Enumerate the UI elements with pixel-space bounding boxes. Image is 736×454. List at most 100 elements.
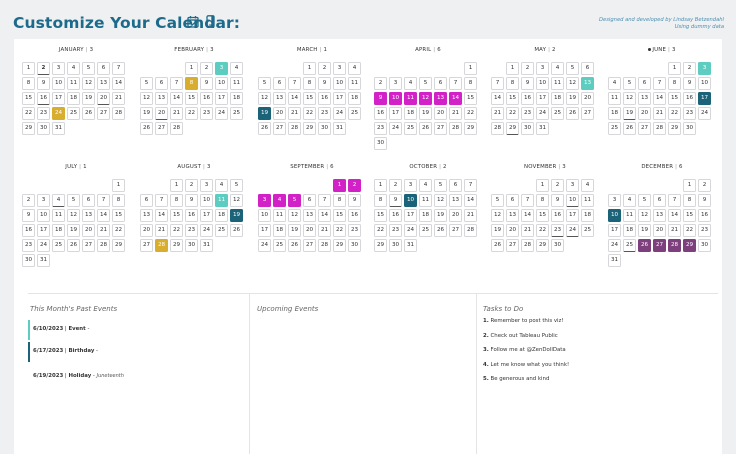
day-cell[interactable]: 15 (22, 92, 35, 105)
day-cell[interactable]: 5 (623, 77, 636, 90)
day-cell[interactable]: 8 (506, 77, 519, 90)
day-cell[interactable]: 25 (623, 239, 636, 252)
day-cell[interactable]: 17 (258, 224, 271, 237)
day-cell[interactable]: 20 (155, 107, 168, 120)
day-cell[interactable]: 27 (449, 224, 462, 237)
day-cell[interactable]: 25 (215, 224, 228, 237)
day-cell[interactable]: 21 (97, 224, 110, 237)
day-cell[interactable]: 10 (536, 77, 549, 90)
day-cell[interactable]: 26 (288, 239, 301, 252)
day-cell[interactable]: 3 (52, 62, 65, 75)
day-cell[interactable]: 20 (273, 107, 286, 120)
day-cell[interactable]: 28 (288, 122, 301, 135)
day-cell[interactable]: 4 (215, 179, 228, 192)
day-cell[interactable]: 12 (230, 194, 243, 207)
day-cell[interactable]: 15 (536, 209, 549, 222)
past-event-item[interactable]: 6/19/2023 | Holiday - Juneteenth (28, 367, 228, 387)
day-cell[interactable]: 13 (155, 92, 168, 105)
day-cell[interactable]: 19 (491, 224, 504, 237)
day-cell[interactable]: 30 (551, 239, 564, 252)
day-cell[interactable]: 18 (67, 92, 80, 105)
day-cell[interactable]: 13 (638, 92, 651, 105)
day-cell[interactable]: 1 (464, 62, 477, 75)
day-cell[interactable]: 29 (668, 122, 681, 135)
day-cell[interactable]: 23 (37, 107, 50, 120)
day-cell[interactable]: 17 (608, 224, 621, 237)
day-cell[interactable]: 18 (215, 209, 228, 222)
day-cell[interactable]: 3 (37, 194, 50, 207)
day-cell[interactable]: 26 (566, 107, 579, 120)
day-cell[interactable]: 9 (521, 77, 534, 90)
day-cell[interactable]: 29 (303, 122, 316, 135)
day-cell[interactable]: 23 (698, 224, 711, 237)
day-cell[interactable]: 14 (668, 209, 681, 222)
day-cell[interactable]: 3 (389, 77, 402, 90)
day-cell[interactable]: 30 (37, 122, 50, 135)
day-cell[interactable]: 31 (536, 122, 549, 135)
day-cell[interactable]: 16 (200, 92, 213, 105)
day-cell[interactable]: 5 (288, 194, 301, 207)
day-cell[interactable]: 11 (348, 77, 361, 90)
day-cell[interactable]: 28 (449, 122, 462, 135)
day-cell[interactable]: 9 (698, 194, 711, 207)
day-cell[interactable]: 13 (303, 209, 316, 222)
calendar-check-icon[interactable] (187, 15, 199, 28)
day-cell[interactable]: 9 (185, 194, 198, 207)
day-cell[interactable]: 15 (303, 92, 316, 105)
day-cell[interactable]: 29 (506, 122, 519, 135)
day-cell[interactable]: 4 (623, 194, 636, 207)
day-cell[interactable]: 30 (374, 137, 387, 150)
day-cell[interactable]: 5 (230, 179, 243, 192)
day-cell[interactable]: 27 (581, 107, 594, 120)
day-cell[interactable]: 5 (67, 194, 80, 207)
day-cell[interactable]: 12 (258, 92, 271, 105)
day-cell[interactable]: 30 (698, 239, 711, 252)
day-cell[interactable]: 5 (258, 77, 271, 90)
day-cell[interactable]: 18 (230, 92, 243, 105)
day-cell[interactable]: 21 (112, 92, 125, 105)
day-cell[interactable]: 14 (491, 92, 504, 105)
day-cell[interactable]: 24 (215, 107, 228, 120)
day-cell[interactable]: 7 (491, 77, 504, 90)
day-cell[interactable]: 20 (506, 224, 519, 237)
day-cell[interactable]: 20 (638, 107, 651, 120)
day-cell[interactable]: 12 (140, 92, 153, 105)
day-cell[interactable]: 9 (318, 77, 331, 90)
day-cell[interactable]: 29 (536, 239, 549, 252)
day-cell[interactable]: 28 (170, 122, 183, 135)
day-cell[interactable]: 5 (638, 194, 651, 207)
day-cell[interactable]: 31 (37, 254, 50, 267)
day-cell[interactable]: 22 (668, 107, 681, 120)
day-cell[interactable]: 20 (449, 209, 462, 222)
day-cell[interactable]: 6 (653, 194, 666, 207)
day-cell[interactable]: 3 (215, 62, 228, 75)
day-cell[interactable]: 20 (653, 224, 666, 237)
day-cell[interactable]: 18 (404, 107, 417, 120)
day-cell[interactable]: 29 (374, 239, 387, 252)
day-cell[interactable]: 6 (434, 77, 447, 90)
day-cell[interactable]: 9 (551, 194, 564, 207)
day-cell[interactable]: 3 (566, 179, 579, 192)
day-cell[interactable]: 2 (37, 62, 50, 75)
day-cell[interactable]: 21 (491, 107, 504, 120)
day-cell[interactable]: 11 (273, 209, 286, 222)
day-cell[interactable]: 17 (389, 107, 402, 120)
day-cell[interactable]: 28 (491, 122, 504, 135)
day-cell[interactable]: 17 (215, 92, 228, 105)
day-cell[interactable]: 8 (536, 194, 549, 207)
day-cell[interactable]: 10 (566, 194, 579, 207)
day-cell[interactable]: 5 (140, 77, 153, 90)
day-cell[interactable]: 18 (52, 224, 65, 237)
day-cell[interactable]: 23 (389, 224, 402, 237)
day-cell[interactable]: 4 (67, 62, 80, 75)
day-cell[interactable]: 18 (608, 107, 621, 120)
day-cell[interactable]: 11 (215, 194, 228, 207)
day-cell[interactable]: 9 (348, 194, 361, 207)
day-cell[interactable]: 27 (273, 122, 286, 135)
day-cell[interactable]: 12 (419, 92, 432, 105)
day-cell[interactable]: 30 (22, 254, 35, 267)
day-cell[interactable]: 8 (374, 194, 387, 207)
day-cell[interactable]: 25 (608, 122, 621, 135)
day-cell[interactable]: 7 (521, 194, 534, 207)
day-cell[interactable]: 12 (566, 77, 579, 90)
